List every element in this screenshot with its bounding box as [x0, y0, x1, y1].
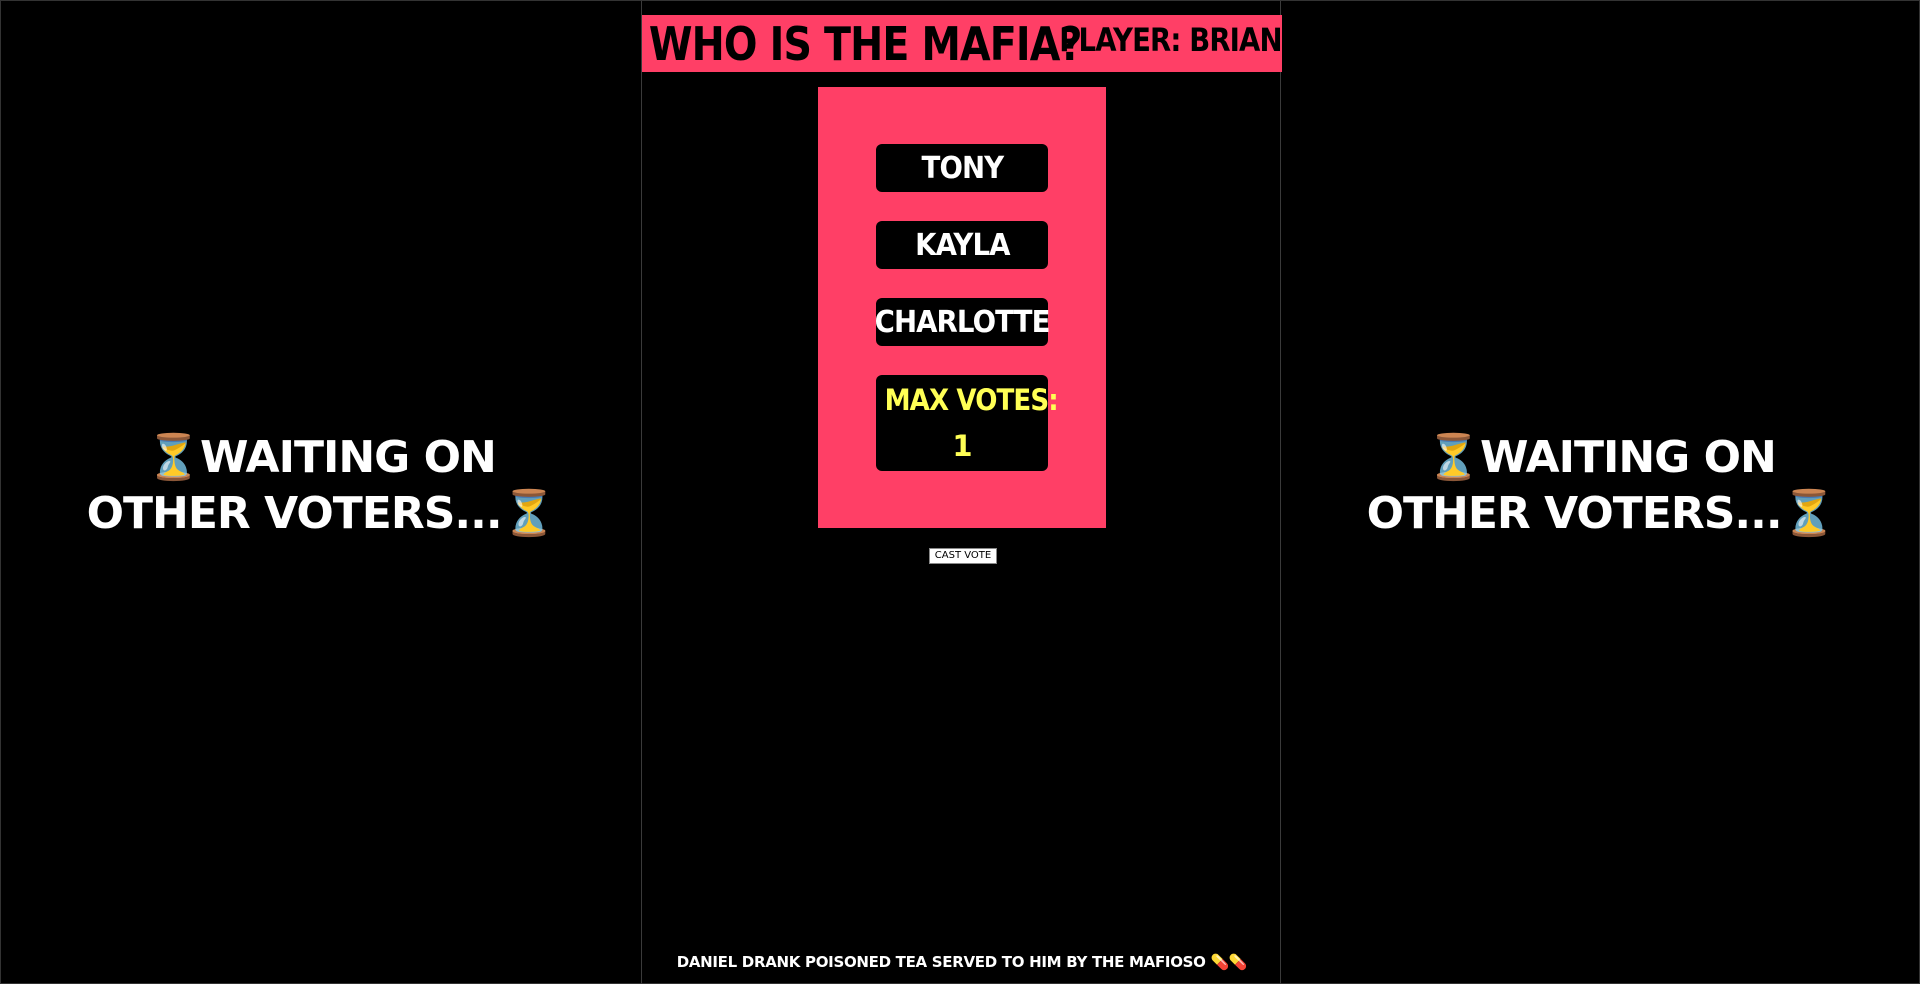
game-title: Who is the mafia?: [648, 16, 1083, 71]
max-votes-box: Max votes: 1: [876, 375, 1059, 471]
player-name: Player: Brian: [1059, 21, 1282, 59]
vote-option-label: Tony: [921, 150, 1004, 186]
game-header: Who is the mafia? Player: Brian: [642, 15, 1282, 72]
game-window: ⏳Waiting on other voters...⏳ Who is the …: [0, 0, 1920, 984]
hourglass-icon: ⏳: [501, 488, 557, 539]
waiting-message: ⏳Waiting on other voters...⏳: [1361, 430, 1841, 542]
voting-pane: Who is the mafia? Player: Brian Tony Kay…: [641, 1, 1282, 984]
vote-card: Tony Kayla Charlotte Max votes: 1: [818, 87, 1106, 528]
vote-option-label: Charlotte: [874, 304, 1051, 340]
cast-vote-button[interactable]: Cast vote: [929, 548, 997, 564]
hourglass-icon: ⏳: [146, 432, 201, 483]
left-player-pane: ⏳Waiting on other voters...⏳: [1, 1, 641, 984]
max-votes-value: 1: [952, 429, 972, 463]
hourglass-icon: ⏳: [1426, 432, 1481, 483]
hourglass-icon: ⏳: [1781, 488, 1837, 539]
vote-option-charlotte[interactable]: Charlotte: [874, 298, 1051, 346]
waiting-message: ⏳Waiting on other voters...⏳: [81, 430, 561, 542]
event-log-message: Daniel drank poisoned tea served to him …: [676, 953, 1248, 971]
vote-option-tony[interactable]: Tony: [876, 144, 1048, 192]
vote-option-kayla[interactable]: Kayla: [876, 221, 1048, 269]
max-votes-label: Max votes:: [884, 383, 1059, 417]
vote-option-label: Kayla: [914, 227, 1010, 263]
right-player-pane: ⏳Waiting on other voters...⏳: [1281, 1, 1920, 984]
